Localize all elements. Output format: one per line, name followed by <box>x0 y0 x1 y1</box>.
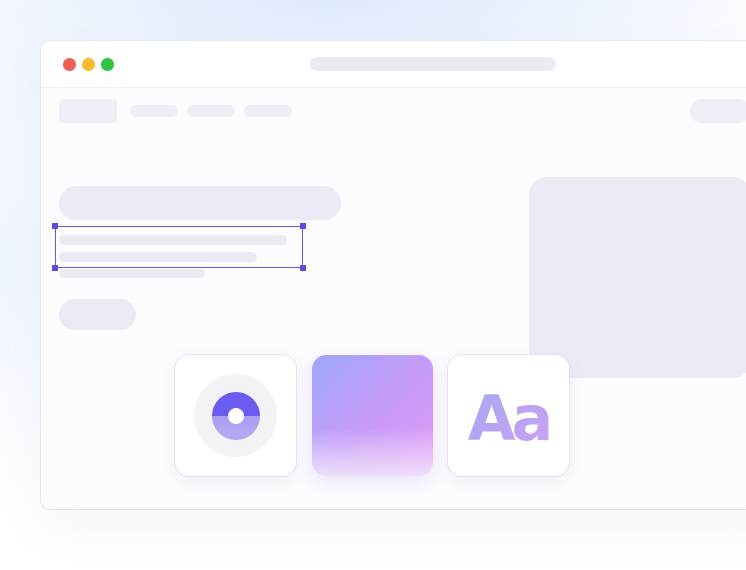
logo-placeholder <box>59 99 117 123</box>
resize-handle-top-right[interactable] <box>300 223 306 229</box>
resize-handle-bottom-right[interactable] <box>300 265 306 271</box>
address-bar[interactable] <box>310 57 556 71</box>
text-line-placeholder <box>59 269 205 278</box>
minimize-window-button[interactable] <box>82 58 95 71</box>
hero-image-placeholder <box>529 177 746 378</box>
selection-box[interactable] <box>52 223 306 271</box>
typography-icon: Aa <box>448 355 569 476</box>
gradient-swatch-card[interactable] <box>312 355 433 476</box>
donut-chart-card[interactable] <box>175 355 296 476</box>
button-placeholder <box>59 299 136 330</box>
typography-card[interactable]: Aa <box>448 355 569 476</box>
heading-placeholder <box>59 186 341 220</box>
nav-button-placeholder <box>690 99 746 123</box>
nav-item-placeholder <box>187 105 235 117</box>
resize-handle-bottom-left[interactable] <box>52 265 58 271</box>
close-window-button[interactable] <box>63 58 76 71</box>
title-bar <box>41 41 746 88</box>
zoom-window-button[interactable] <box>101 58 114 71</box>
nav-item-placeholder <box>244 105 292 117</box>
donut-hole <box>228 408 244 424</box>
resize-handle-top-left[interactable] <box>52 223 58 229</box>
nav-item-placeholder <box>130 105 178 117</box>
